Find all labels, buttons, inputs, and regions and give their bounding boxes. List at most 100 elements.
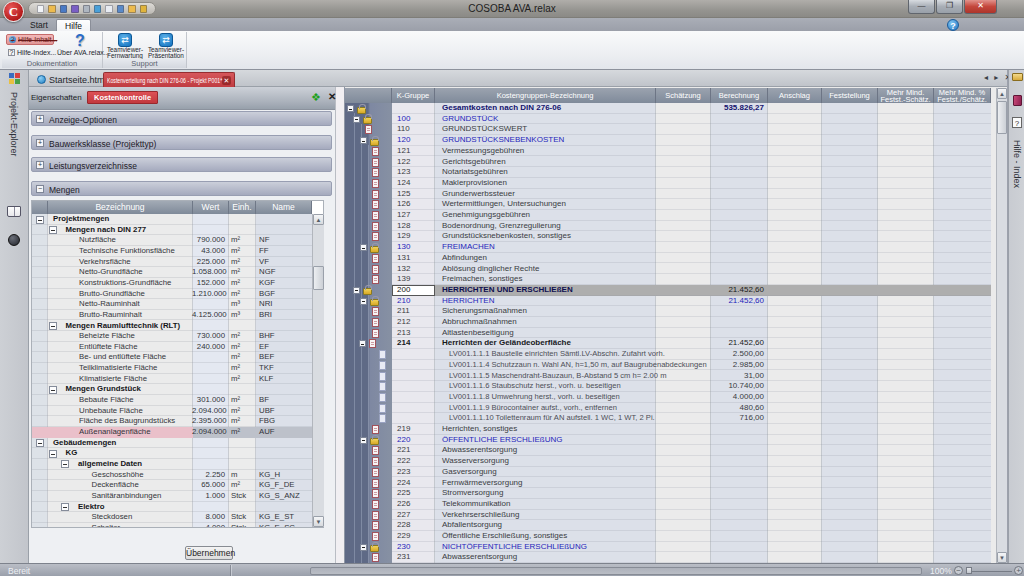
close-button[interactable]: ✕ bbox=[964, 0, 997, 14]
archive-icon[interactable] bbox=[140, 5, 147, 13]
cost-row[interactable]: 210HERRICHTEN21.452,60 bbox=[392, 296, 991, 307]
minimize-button[interactable]: — bbox=[908, 0, 935, 14]
mengen-row[interactable]: Bebaute Fläche301.000m²BF bbox=[32, 395, 312, 406]
cost-row[interactable]: 130FREIMACHEN bbox=[392, 242, 991, 253]
section-leistungsverzeichnisse[interactable]: + Leistungsverzeichnisse bbox=[31, 157, 332, 172]
cost-row[interactable]: LV001.1.1.1 Baustelle einrichten Sämtl.L… bbox=[392, 349, 991, 360]
cost-row[interactable]: 211Sicherungsmaßnahmen bbox=[392, 306, 991, 317]
help-icon[interactable]: ? bbox=[947, 19, 959, 31]
collapse-icon[interactable] bbox=[49, 450, 57, 458]
cost-row[interactable]: 212Abbruchmaßnahmen bbox=[392, 317, 991, 328]
cost-row[interactable]: 123Notariatsgebühren bbox=[392, 167, 991, 178]
mengen-row[interactable]: Mengen Raumlufttechnik (RLT) bbox=[32, 321, 312, 332]
tab-startseite[interactable]: Startseite.htm bbox=[33, 72, 109, 87]
cost-row[interactable]: LV001.1.1.4 Schutzzaun n. Wahl AN, h=1,5… bbox=[392, 360, 991, 371]
cost-row[interactable]: 227Verkehrserschließung bbox=[392, 510, 991, 521]
tab-kostenverteilung[interactable]: Kostenverteilung nach DIN 276-06 - Proje… bbox=[103, 72, 235, 87]
cost-column-header[interactable]: Mehr Mind. %Festst./Schätz. bbox=[934, 88, 991, 103]
mengen-row[interactable]: Verkehrsfläche225.000m²VF bbox=[32, 257, 312, 268]
mengen-row[interactable]: KG bbox=[32, 448, 312, 459]
cost-row[interactable]: 127Genehmigungsgebühren bbox=[392, 210, 991, 221]
tree-collapse-icon[interactable] bbox=[360, 437, 367, 444]
dock-move-icon[interactable]: ❖ bbox=[311, 91, 321, 104]
sidebar-tab-hilfe-index[interactable]: Hilfe - Index bbox=[1012, 140, 1022, 188]
folder-icon[interactable] bbox=[128, 5, 135, 13]
scrollbar-thumb[interactable] bbox=[997, 101, 1007, 134]
zoom-slider-thumb[interactable] bbox=[966, 567, 972, 574]
mengen-row[interactable]: Konstruktions-Grundfläche152.000m²KGF bbox=[32, 278, 312, 289]
cost-row[interactable]: 120GRUNDSTÜCKSNEBENKOSTEN bbox=[392, 135, 991, 146]
maximize-button[interactable]: ❐ bbox=[936, 0, 963, 14]
collapse-icon[interactable] bbox=[36, 216, 44, 224]
mengen-row[interactable]: Nutzfläche790.000m²NF bbox=[32, 235, 312, 246]
cost-row[interactable]: 229Öffentliche Erschließung, sonstiges bbox=[392, 531, 991, 542]
collapse-icon[interactable] bbox=[61, 460, 69, 468]
open-folder-icon[interactable] bbox=[48, 5, 55, 13]
sphere-icon[interactable] bbox=[8, 234, 20, 246]
cost-row[interactable]: LV001.1.1.8 Umwehrung herst., vorh. u. b… bbox=[392, 392, 991, 403]
cost-row[interactable]: 139Freimachen, sonstiges bbox=[392, 274, 991, 285]
sidebar-tab-projekt-explorer[interactable]: Projekt-Explorer bbox=[9, 92, 19, 157]
cost-row[interactable]: 128Bodenordnung, Grenzregulierung bbox=[392, 221, 991, 232]
cost-row[interactable]: 214Herrichten der Geländeoberfläche21.45… bbox=[392, 338, 991, 349]
mengen-row[interactable]: Projektmengen bbox=[32, 214, 312, 225]
cost-row[interactable]: 132Ablösung dinglicher Rechte bbox=[392, 264, 991, 275]
mengen-row[interactable]: Geschosshöhe2.250mKG_H bbox=[32, 470, 312, 481]
cost-row[interactable]: 222Wasserversorgung bbox=[392, 456, 991, 467]
quick-access-toolbar[interactable] bbox=[28, 2, 156, 15]
panel-splitter[interactable] bbox=[336, 87, 344, 563]
tree-collapse-icon[interactable] bbox=[347, 105, 354, 112]
zoom-in-icon[interactable]: + bbox=[1014, 566, 1023, 575]
section-anzeige-optionen[interactable]: + Anzeige-Optionen bbox=[31, 111, 332, 126]
collapse-icon[interactable] bbox=[49, 386, 57, 394]
zoom-slider[interactable] bbox=[968, 571, 1012, 572]
tree-collapse-icon[interactable] bbox=[359, 340, 366, 347]
section-bauwerksklasse[interactable]: + Bauwerksklasse (Projekttyp) bbox=[31, 135, 332, 150]
save-icon[interactable] bbox=[60, 5, 67, 13]
mengen-scrollbar[interactable]: ▲ ▼ bbox=[312, 214, 324, 527]
app-logo-icon[interactable]: C bbox=[3, 1, 24, 22]
expand-icon[interactable]: + bbox=[36, 115, 44, 123]
mengen-row[interactable]: allgemeine Daten bbox=[32, 459, 312, 470]
tree-collapse-icon[interactable] bbox=[353, 287, 360, 294]
zoom-out-icon[interactable]: − bbox=[954, 566, 963, 575]
cost-row[interactable]: 230NICHTÖFFENTLICHE ERSCHLIEßUNG bbox=[392, 542, 991, 553]
mengen-row[interactable]: Brutto-Grundfläche1.210.000m²BGF bbox=[32, 289, 312, 300]
document-icon[interactable] bbox=[105, 5, 112, 13]
save-all-icon[interactable] bbox=[71, 5, 78, 13]
cost-table-scrollbar[interactable]: ▲ ▼ bbox=[996, 88, 1007, 563]
collapse-icon[interactable] bbox=[49, 226, 57, 234]
cost-row[interactable]: 228Abfallentsorgung bbox=[392, 520, 991, 531]
cost-column-header[interactable]: Mehr Mind.Festst.-Schätz. bbox=[878, 88, 934, 103]
cost-column-header[interactable]: Feststellung bbox=[822, 88, 878, 103]
cost-row[interactable]: 124Maklerprovisionen bbox=[392, 178, 991, 189]
book-icon[interactable] bbox=[7, 206, 21, 217]
mengen-row[interactable]: Mengen Grundstück bbox=[32, 384, 312, 395]
collapse-icon[interactable] bbox=[36, 439, 44, 447]
mengen-row[interactable]: Netto-Grundfläche1.058.000m²NGF bbox=[32, 267, 312, 278]
cost-column-header[interactable]: Schätzung bbox=[656, 88, 711, 103]
cost-row[interactable]: 223Gasversorgung bbox=[392, 467, 991, 478]
cost-row[interactable]: 100GRUNDSTÜCK bbox=[392, 114, 991, 125]
expand-icon[interactable]: + bbox=[36, 139, 44, 147]
scroll-up-icon[interactable]: ▲ bbox=[997, 88, 1007, 99]
tree-collapse-icon[interactable] bbox=[353, 116, 360, 123]
scroll-down-icon[interactable]: ▼ bbox=[313, 516, 324, 527]
mengen-row[interactable]: Sanitäranbindungen1.000StckKG_S_ANZ bbox=[32, 491, 312, 502]
cost-column-header[interactable]: Anschlag bbox=[768, 88, 822, 103]
cost-row[interactable]: Gesamtkosten nach DIN 276-06535.826,27 bbox=[392, 103, 991, 114]
tree-collapse-icon[interactable] bbox=[360, 137, 367, 144]
cost-column-header[interactable]: Kostengruppen-Bezeichnung bbox=[435, 88, 656, 103]
mengen-row[interactable]: Gebäudemengen bbox=[32, 438, 312, 449]
cost-row[interactable]: 231Abwasserentsorgung bbox=[392, 552, 991, 563]
collapse-icon[interactable] bbox=[61, 503, 69, 511]
cost-row[interactable]: 220ÖFFENTLICHE ERSCHLIEßUNG bbox=[392, 435, 991, 446]
cost-column-header[interactable] bbox=[345, 88, 392, 103]
teamviewer-fernwartung-button[interactable]: ⇄ Teamviewer- Fernwartung bbox=[105, 33, 145, 59]
cost-row[interactable]: 125Grunderwerbssteuer bbox=[392, 189, 991, 200]
scroll-down-icon[interactable]: ▼ bbox=[997, 552, 1007, 563]
cost-row[interactable]: 213Altlastenbeseitigung bbox=[392, 328, 991, 339]
tree-collapse-icon[interactable] bbox=[360, 244, 367, 251]
mengen-row[interactable]: Technische Funktionsfläche43.000m²FF bbox=[32, 246, 312, 257]
tree-collapse-icon[interactable] bbox=[360, 544, 367, 551]
